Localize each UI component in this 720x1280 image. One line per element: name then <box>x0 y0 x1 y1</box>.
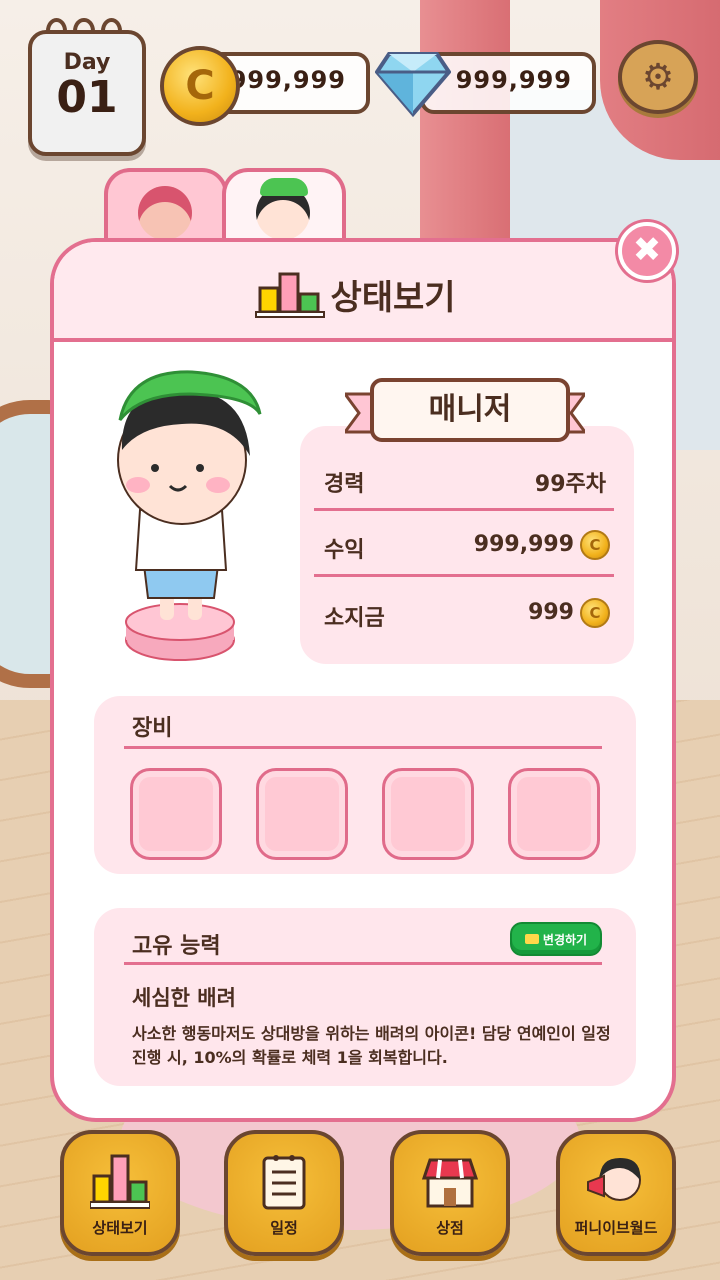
equipment-title: 장비 <box>132 716 173 741</box>
coin-icon: C <box>580 530 610 560</box>
settings-button[interactable]: ⚙ <box>618 40 698 114</box>
nav-label: 일정 <box>270 1219 298 1237</box>
nav-label: 퍼니이브월드 <box>574 1219 658 1237</box>
bar-chart-icon <box>90 1154 150 1209</box>
nav-status-button[interactable]: 상태보기 <box>60 1130 180 1256</box>
section-divider <box>124 962 602 965</box>
stat-money: 소지금 999 C <box>314 584 614 646</box>
ability-name: 세심한 배려 <box>132 986 236 1010</box>
stat-value: 999,999 <box>473 532 574 557</box>
nav-label: 상점 <box>436 1219 464 1237</box>
ability-section: 고유 능력 변경하기 세심한 배려 사소한 행동마저도 상대방을 위하는 배려의… <box>94 908 636 1086</box>
gem-amount: 999,999 <box>455 66 572 94</box>
panel-title: 상태보기 <box>330 278 456 318</box>
panel-header: 상태보기 <box>54 242 672 342</box>
role-name: 매니저 <box>370 378 570 442</box>
nav-schedule-button[interactable]: 일정 <box>224 1130 344 1256</box>
section-divider <box>124 746 602 749</box>
stat-divider <box>314 508 614 511</box>
coin-amount: 999,999 <box>229 66 346 94</box>
coin-icon: C <box>580 598 610 628</box>
equipment-slot[interactable] <box>508 768 600 860</box>
video-camera-icon <box>524 934 539 944</box>
equipment-slot[interactable] <box>382 768 474 860</box>
equipment-slot[interactable] <box>256 768 348 860</box>
stat-label: 경력 <box>324 472 365 497</box>
equipment-section: 장비 <box>94 696 636 874</box>
green-cap-icon <box>260 178 308 196</box>
nav-label: 상태보기 <box>92 1219 148 1237</box>
ability-description: 사소한 행동마저도 상대방을 위하는 배려의 아이콘! 담당 연예인이 일정 진… <box>132 1024 611 1067</box>
stat-value: 99주차 <box>534 472 606 497</box>
stat-label: 수익 <box>324 538 365 563</box>
diamond-icon <box>375 52 451 118</box>
nav-world-button[interactable]: 퍼니이브월드 <box>556 1130 676 1256</box>
schedule-icon <box>262 1155 306 1210</box>
close-icon: ✖ <box>632 230 662 270</box>
ability-title: 고유 능력 <box>132 934 221 959</box>
nav-shop-button[interactable]: 상점 <box>390 1130 510 1256</box>
gear-icon: ⚙ <box>641 56 675 98</box>
girl-face-icon <box>138 186 192 240</box>
stat-income: 수익 999,999 C <box>314 516 614 578</box>
change-ability-button[interactable]: 변경하기 <box>510 922 602 956</box>
close-button[interactable]: ✖ <box>618 222 676 280</box>
equipment-slot[interactable] <box>130 768 222 860</box>
manager-character <box>117 370 262 661</box>
day-number: 01 <box>56 72 118 123</box>
shop-icon <box>421 1158 479 1208</box>
stat-divider <box>314 574 614 577</box>
megaphone-girl-icon <box>587 1158 641 1201</box>
day-counter: Day 01 <box>28 30 146 156</box>
stats-box: 경력 99주차 수익 999,999 C 소지금 999 C <box>300 426 634 664</box>
stat-career: 경력 99주차 <box>314 450 614 512</box>
coin-icon: C <box>160 46 240 126</box>
change-ability-label: 변경하기 <box>542 932 588 947</box>
stat-value: 999 <box>528 600 574 625</box>
stat-label: 소지금 <box>324 606 385 631</box>
